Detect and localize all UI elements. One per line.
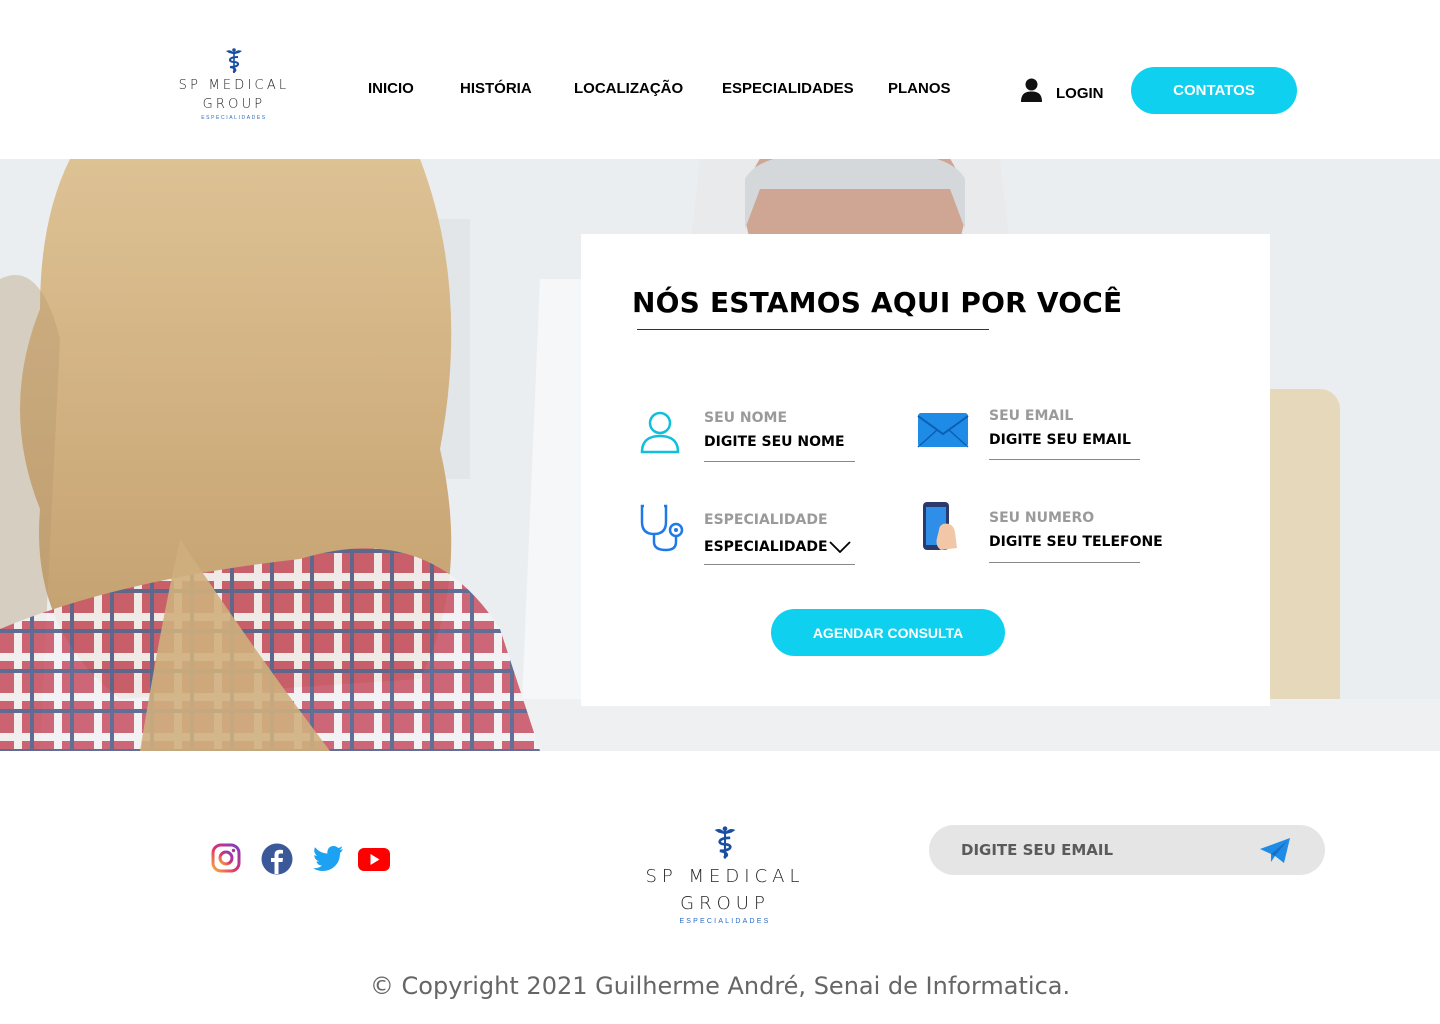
email-input[interactable]: DIGITE SEU EMAIL [989,432,1140,460]
footer-brand-tagline: ESPECIALIDADES [679,918,771,925]
phone-icon [923,502,957,550]
user-outline-icon [640,411,680,454]
hero-section: NÓS ESTAMOS AQUI POR VOCÊ SEU NOME DIGIT… [0,159,1440,751]
brand-line2: GROUP [202,97,266,112]
login-label: LOGIN [1056,84,1104,102]
footer-brand-line1: SP MEDICAL [645,866,805,887]
nome-label: SEU NOME [704,410,788,426]
stethoscope-icon [640,504,684,552]
nav-item-inicio[interactable]: INICIO [368,80,414,97]
numero-label: SEU NUMERO [989,510,1095,526]
nome-input[interactable]: DIGITE SEU NOME [704,434,855,462]
user-icon [1021,78,1042,102]
appointment-form-card: NÓS ESTAMOS AQUI POR VOCÊ SEU NOME DIGIT… [581,234,1270,706]
form-title: NÓS ESTAMOS AQUI POR VOCÊ [632,286,1123,319]
instagram-icon[interactable] [211,843,241,873]
contatos-button[interactable]: CONTATOS [1131,67,1297,114]
facebook-icon[interactable] [261,843,293,875]
envelope-icon [917,413,969,448]
brand-logo[interactable]: SP MEDICAL GROUP ESPECIALIDADES [168,48,300,121]
especialidade-label: ESPECIALIDADE [704,512,828,528]
title-underline [637,329,989,330]
send-icon[interactable] [1259,838,1291,864]
especialidade-value: ESPECIALIDADE [704,538,828,555]
twitter-icon[interactable] [313,846,343,871]
chevron-down-icon [829,540,851,553]
brand-tagline: ESPECIALIDADES [201,115,267,121]
footer-brand-line2: GROUP [680,893,770,914]
caduceus-icon [714,826,736,859]
nav-item-localizacao[interactable]: LOCALIZAÇÃO [574,80,683,97]
nav-item-especialidades[interactable]: ESPECIALIDADES [722,80,854,97]
agendar-consulta-button[interactable]: AGENDAR CONSULTA [771,609,1005,656]
login-link[interactable]: LOGIN [1021,78,1104,102]
copyright-text: © Copyright 2021 Guilherme André, Senai … [369,972,1071,1000]
footer-brand-logo[interactable]: SP MEDICAL GROUP ESPECIALIDADES [636,826,814,925]
youtube-icon[interactable] [358,848,390,871]
site-header: SP MEDICAL GROUP ESPECIALIDADES INICIO H… [0,0,1440,159]
brand-line1: SP MEDICAL [178,78,290,93]
newsletter-form [929,825,1325,875]
telefone-input[interactable]: DIGITE SEU TELEFONE [989,534,1163,563]
newsletter-email-input[interactable] [961,825,1261,875]
especialidade-select[interactable]: ESPECIALIDADE [704,536,855,565]
nav-item-historia[interactable]: HISTÓRIA [460,80,532,97]
nav-item-planos[interactable]: PLANOS [888,80,951,97]
email-label: SEU EMAIL [989,408,1074,424]
caduceus-icon [226,48,242,73]
